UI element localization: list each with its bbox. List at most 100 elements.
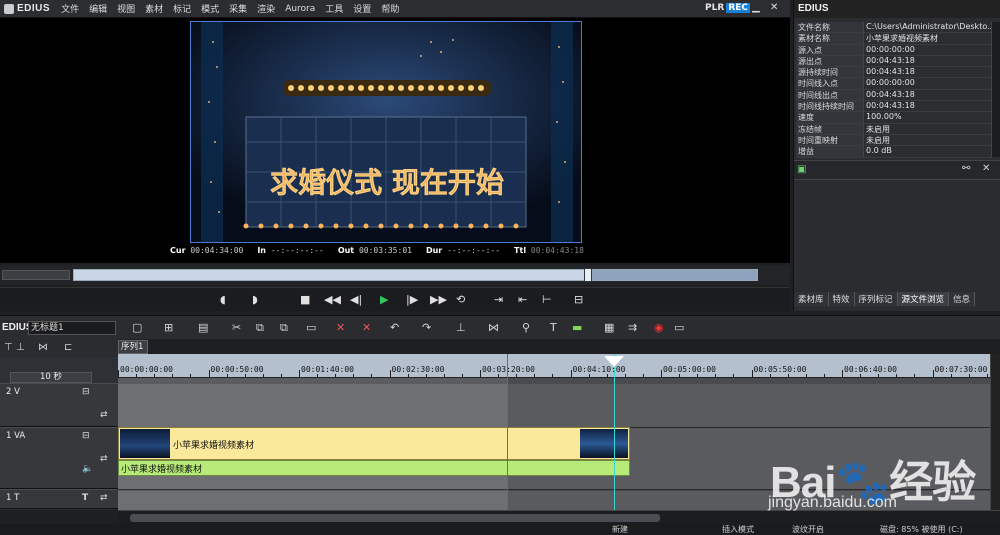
step-back-icon[interactable]: ◀| [350,292,362,308]
menu-capture[interactable]: 采集 [224,2,252,15]
edius-logo-icon [4,3,14,14]
track-tool-icon-4[interactable]: ⊏ [64,342,72,353]
info-panel-scrollbar[interactable] [991,22,1000,157]
insert-to-timeline-icon[interactable]: ⇥ [494,292,503,308]
grid-icon[interactable]: ▦ [604,321,614,334]
track-expand-icon[interactable]: ⇄ [100,493,108,503]
timeline-vertical-scrollbar[interactable] [990,354,1000,510]
redo-icon[interactable]: ↷ [422,321,431,334]
open-project-icon[interactable]: ⊞ [164,321,173,334]
position-slider[interactable] [73,268,758,282]
menu-clip[interactable]: 素材 [140,2,168,15]
status-insert-mode[interactable]: 插入模式 [722,524,754,535]
panel-tab[interactable]: 素材库 [794,292,829,306]
export-icon[interactable]: ⊟ [574,292,583,308]
match-frame-icon[interactable]: ⊢ [542,292,552,308]
track-header-v2[interactable]: 2 V ⊟ ⇄ [0,383,118,427]
cur-label: Cur [170,246,186,255]
new-sequence-icon[interactable]: ▢ [132,321,142,334]
loop-icon[interactable]: ⟲ [456,292,465,308]
property-row: 冻结帧 未启用 [796,123,992,135]
plr-rec-toggle[interactable]: PLR REC [705,3,750,13]
minimize-icon[interactable]: ▁ [752,2,760,13]
add-marker-icon[interactable]: ⊥ [456,321,466,334]
menu-aurora[interactable]: Aurora [280,4,320,14]
track-tool-icon-1[interactable]: ⊤ [4,342,13,353]
status-ripple[interactable]: 波纹开启 [792,524,824,535]
ttl-value: 00:04:43:18 [530,246,584,255]
link-icon[interactable]: ⚯ [962,163,970,174]
panel-tab[interactable]: 特效 [828,292,855,306]
menu-view[interactable]: 视图 [112,2,140,15]
panel-tab[interactable]: 序列标记 [854,292,898,306]
delete-clip-icon[interactable]: ✕ [336,321,345,334]
ripple-delete-icon[interactable]: ✕ [362,321,371,334]
menu-tools[interactable]: 工具 [320,2,348,15]
track-tool-icon-3[interactable]: ⋈ [38,342,48,353]
panel-tab[interactable]: 源文件浏览 [897,292,950,306]
fast-forward-icon[interactable]: ▶▶ [430,292,447,308]
rec-label[interactable]: REC [726,3,750,13]
save-project-icon[interactable]: ▤ [198,321,208,334]
menu-render[interactable]: 渲染 [252,2,280,15]
playhead-handle[interactable] [604,356,624,367]
sync-icon[interactable]: ⇉ [628,321,637,334]
color-correction-icon[interactable]: ◉ [654,321,664,334]
panel-tab[interactable]: 信息 [949,292,976,306]
timeline-scale[interactable]: 10 秒 [10,372,92,383]
menu-settings[interactable]: 设置 [348,2,376,15]
ruler-label: 00:00:50:00 [210,365,264,374]
timeline-horizontal-scrollbar[interactable] [118,510,1000,524]
property-key: 增益 [796,146,864,157]
property-value: 00:04:43:18 [864,101,992,112]
timeline-scroll-thumb[interactable] [130,514,660,522]
step-forward-icon[interactable]: |▶ [406,292,418,308]
menu-file[interactable]: 文件 [56,2,84,15]
position-slider-handle[interactable] [583,268,592,282]
track-header-t[interactable]: 1 T T ⇄ [0,489,118,509]
audio-icon[interactable]: 🔈 [82,464,93,474]
sequence-tab[interactable]: 序列1 [118,340,148,354]
cut-icon[interactable]: ✂ [232,321,241,334]
render-icon[interactable]: ▬ [572,321,582,334]
time-ruler[interactable]: 00:00:00:00 00:00:50:00 00:01:40:00 00:02:3… [118,354,990,378]
timeline-area[interactable]: 00:00:00:00 00:00:50:00 00:01:40:00 00:02:3… [118,354,990,511]
video-clip[interactable]: 小苹果求婚视频素材 [118,427,630,460]
shuttle-slider[interactable] [2,270,70,280]
project-name-field[interactable]: 无标题1 [28,321,116,335]
delete-icon[interactable]: ✕ [982,163,990,174]
ruler-tick [751,370,753,378]
video-frame-image: 求婚仪式 现在开始 [191,22,581,242]
layer-icon[interactable]: ▣ [797,164,806,175]
play-icon[interactable]: ▶ [380,292,388,308]
overwrite-to-timeline-icon[interactable]: ⇤ [518,292,527,308]
title-icon[interactable]: T [550,321,557,334]
property-value: C:\Users\Administrator\Deskto... [864,22,992,33]
track-expand-icon[interactable]: ⇄ [100,410,108,420]
track-header-va[interactable]: 1 VA ⊟ ⇄ 🔈 [0,427,118,489]
set-in-icon[interactable]: ◖ [220,292,226,308]
title-track-icon[interactable]: T [82,493,88,503]
rewind-icon[interactable]: ◀◀ [324,292,341,308]
undo-icon[interactable]: ↶ [390,321,399,334]
track-tool-icon-2[interactable]: ⊥ [16,342,25,353]
set-out-icon[interactable]: ◗ [252,292,258,308]
close-icon[interactable]: ✕ [770,2,778,13]
copy-icon[interactable]: ⧉ [256,321,264,335]
plr-label[interactable]: PLR [705,3,724,13]
replace-icon[interactable]: ▭ [306,321,316,334]
layout-icon[interactable]: ▭ [674,321,684,334]
split-icon[interactable]: ⋈ [488,321,499,334]
menu-mode[interactable]: 模式 [196,2,224,15]
menu-help[interactable]: 帮助 [376,2,404,15]
stop-icon[interactable]: ■ [300,292,310,308]
audio-mixer-icon[interactable]: ⚲ [522,321,530,334]
audio-clip[interactable]: 小苹果求婚视频素材 [118,460,630,476]
track-lock-icon[interactable]: ⊟ [82,387,90,397]
track-expand-icon[interactable]: ⇄ [100,454,108,464]
track-lock-icon[interactable]: ⊟ [82,431,90,441]
menu-marker[interactable]: 标记 [168,2,196,15]
menu-edit[interactable]: 编辑 [84,2,112,15]
property-value: 00:00:00:00 [864,78,992,89]
paste-icon[interactable]: ⧉ [280,321,288,335]
